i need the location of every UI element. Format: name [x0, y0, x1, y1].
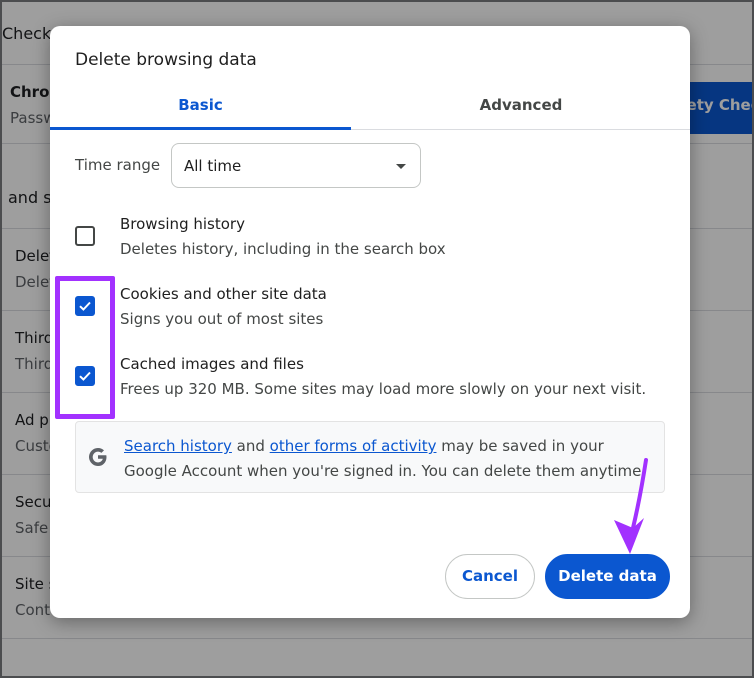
tab-advanced[interactable]: Advanced	[370, 88, 672, 130]
option-title: Cookies and other site data	[120, 285, 327, 303]
time-range-label: Time range	[75, 156, 161, 174]
google-g-icon	[89, 448, 107, 466]
option-description: Signs you out of most sites	[120, 310, 324, 328]
tab-bar: Basic Advanced	[50, 88, 690, 130]
option-cookies: Cookies and other site data Signs you ou…	[50, 285, 690, 345]
time-range-value: All time	[184, 157, 242, 175]
active-tab-indicator	[50, 127, 351, 130]
option-title: Cached images and files	[120, 355, 304, 373]
option-title: Browsing history	[120, 215, 245, 233]
option-description: Frees up 320 MB. Some sites may load mor…	[120, 380, 647, 398]
delete-browsing-data-dialog: Delete browsing data Basic Advanced Time…	[50, 26, 690, 618]
other-activity-link[interactable]: other forms of activity	[270, 437, 437, 455]
option-description: Deletes history, including in the search…	[120, 240, 446, 258]
annotation-highlight-box	[55, 276, 115, 419]
option-browsing-history: Browsing history Deletes history, includ…	[50, 215, 690, 275]
browsing-history-checkbox[interactable]	[75, 226, 95, 246]
dropdown-caret-icon	[396, 164, 406, 169]
dialog-title: Delete browsing data	[75, 50, 257, 70]
delete-data-button[interactable]: Delete data	[545, 554, 670, 599]
time-range-select[interactable]: All time	[171, 143, 421, 188]
info-text: Search history and other forms of activi…	[124, 437, 647, 480]
cancel-button[interactable]: Cancel	[445, 554, 535, 599]
annotation-arrow-icon	[614, 458, 648, 554]
search-history-link[interactable]: Search history	[124, 437, 232, 455]
tab-basic[interactable]: Basic	[50, 88, 351, 130]
option-cached-images: Cached images and files Frees up 320 MB.…	[50, 355, 690, 415]
google-account-info-box: Search history and other forms of activi…	[75, 421, 665, 493]
